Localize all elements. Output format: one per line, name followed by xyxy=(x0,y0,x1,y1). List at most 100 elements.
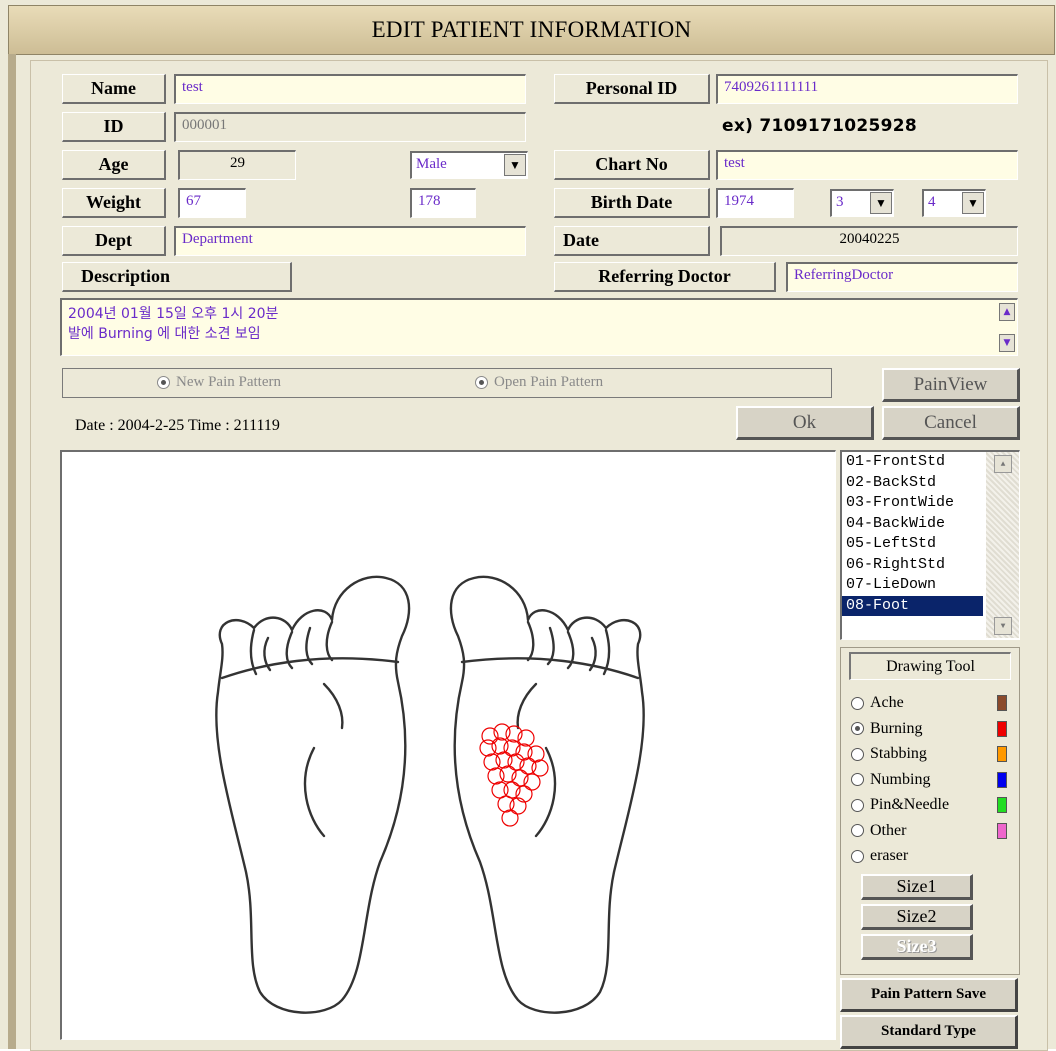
open-pain-pattern-radio[interactable]: Open Pain Pattern xyxy=(475,374,603,391)
right-foot-outline xyxy=(449,575,645,1014)
sex-select-value: Male xyxy=(416,156,447,172)
drawing-tool-panel: Drawing Tool Ache Burning Stabbing Numbing P… xyxy=(840,647,1020,975)
size1-button[interactable]: Size1 xyxy=(861,874,973,900)
weight-label: Weight xyxy=(62,188,166,218)
age-field: 29 xyxy=(178,150,296,180)
id-field: 000001 xyxy=(174,112,526,142)
description-label: Description xyxy=(62,262,292,292)
body-view-item[interactable]: 02-BackStd xyxy=(842,473,983,494)
radio-icon xyxy=(851,849,864,863)
tool-option-stabbing[interactable]: Stabbing xyxy=(851,743,1021,765)
tool-option-label: Stabbing xyxy=(870,745,927,762)
tool-color-swatch xyxy=(997,746,1007,762)
body-view-item[interactable]: 08-Foot xyxy=(842,595,983,616)
open-pain-pattern-label: Open Pain Pattern xyxy=(494,374,604,390)
window-title: EDIT PATIENT INFORMATION xyxy=(8,5,1055,55)
tool-option-numbing[interactable]: Numbing xyxy=(851,769,1021,791)
body-view-item[interactable]: 07-LieDown xyxy=(842,575,983,596)
tool-color-swatch xyxy=(997,822,1007,839)
chevron-down-icon[interactable]: ▼ xyxy=(504,154,526,176)
personal-id-label: Personal ID xyxy=(554,74,710,104)
tool-option-ache[interactable]: Ache xyxy=(851,692,1021,714)
birth-day-select[interactable]: 4 ▼ xyxy=(922,189,986,217)
tool-option-other[interactable]: Other xyxy=(851,820,1021,842)
body-view-item[interactable]: 03-FrontWide xyxy=(842,493,983,514)
tool-option-label: eraser xyxy=(870,847,909,864)
drawing-tool-title: Drawing Tool xyxy=(849,652,1011,680)
standard-type-button[interactable]: Standard Type xyxy=(840,1015,1018,1049)
radio-icon xyxy=(851,798,864,812)
description-memo[interactable]: 2004년 01월 15일 오후 1시 20분 발에 Burning 에 대한 … xyxy=(60,298,1018,356)
body-view-list[interactable]: 01-FrontStd 02-BackStd 03-FrontWide 04-Back… xyxy=(840,450,1020,640)
size2-button[interactable]: Size2 xyxy=(861,904,973,930)
scroll-up-icon[interactable]: ▲ xyxy=(999,303,1015,321)
tool-option-burning[interactable]: Burning xyxy=(851,718,1021,740)
date-field: 20040225 xyxy=(720,226,1018,256)
burning-pain-marks xyxy=(479,723,549,827)
weight-field[interactable]: 67 xyxy=(178,188,246,218)
radio-icon xyxy=(851,747,864,761)
body-view-scrollbar[interactable]: ▲ ▼ xyxy=(986,452,1019,638)
tool-option-label: Numbing xyxy=(870,770,931,788)
edit-patient-window: EDIT PATIENT INFORMATION Name test ID 00… xyxy=(0,0,1056,1051)
tool-color-swatch xyxy=(997,797,1007,813)
description-line-1: 2004년 01월 15일 오후 1시 20분 xyxy=(68,306,279,322)
dept-label: Dept xyxy=(62,226,166,256)
cancel-button[interactable]: Cancel xyxy=(882,406,1020,440)
new-pain-pattern-label: New Pain Pattern xyxy=(176,374,281,390)
birth-month-value: 3 xyxy=(836,194,844,210)
tool-color-swatch xyxy=(997,720,1007,737)
description-line-2: 발에 Burning 에 대한 소견 보임 xyxy=(68,326,261,342)
scroll-down-icon[interactable]: ▼ xyxy=(994,617,1012,635)
body-view-item[interactable]: 05-LeftStd xyxy=(842,534,983,555)
personal-id-field[interactable]: 7409261111111 xyxy=(716,74,1018,104)
left-foot-outline xyxy=(215,575,411,1014)
sex-select[interactable]: Male ▼ xyxy=(410,151,528,179)
body-view-item[interactable]: 01-FrontStd xyxy=(842,452,983,473)
chart-no-label: Chart No xyxy=(554,150,710,180)
tool-option-pin-needle[interactable]: Pin&Needle xyxy=(851,794,1021,816)
chart-no-field[interactable]: test xyxy=(716,150,1018,180)
pain-pattern-save-button[interactable]: Pain Pattern Save xyxy=(840,978,1018,1012)
birth-year-field[interactable]: 1974 xyxy=(716,188,794,218)
scroll-up-icon[interactable]: ▲ xyxy=(994,455,1012,473)
pain-view-button[interactable]: PainView xyxy=(882,368,1020,402)
name-label: Name xyxy=(62,74,166,104)
body-view-item[interactable]: 06-RightStd xyxy=(842,555,983,576)
frame-left-border xyxy=(8,54,16,1049)
tool-option-label: Other xyxy=(870,821,907,839)
referring-doctor-field[interactable]: ReferringDoctor xyxy=(786,262,1018,292)
pain-drawing-canvas[interactable] xyxy=(60,450,836,1040)
radio-icon xyxy=(851,773,864,786)
tool-color-swatch xyxy=(997,771,1007,788)
radio-icon xyxy=(851,696,864,710)
height-field[interactable]: 178 xyxy=(410,188,476,218)
radio-icon xyxy=(851,824,864,837)
birth-day-value: 4 xyxy=(928,194,936,210)
tool-option-label: Ache xyxy=(870,694,904,711)
id-label: ID xyxy=(62,112,166,142)
radio-icon xyxy=(475,376,488,389)
age-label: Age xyxy=(62,150,166,180)
pain-pattern-mode-group: New Pain Pattern Open Pain Pattern xyxy=(62,368,832,398)
chevron-down-icon[interactable]: ▼ xyxy=(870,192,892,214)
chevron-down-icon[interactable]: ▼ xyxy=(962,192,984,214)
tool-color-swatch xyxy=(997,695,1007,711)
tool-option-eraser[interactable]: eraser xyxy=(851,845,1021,867)
body-view-item[interactable]: 04-BackWide xyxy=(842,514,983,535)
new-pain-pattern-radio[interactable]: New Pain Pattern xyxy=(157,374,281,391)
radio-icon xyxy=(851,722,864,735)
radio-selected-icon xyxy=(157,376,170,389)
birth-month-select[interactable]: 3 ▼ xyxy=(830,189,894,217)
referring-doctor-label: Referring Doctor xyxy=(554,262,776,292)
date-label: Date xyxy=(554,226,710,256)
birth-date-label: Birth Date xyxy=(554,188,710,218)
size3-button[interactable]: Size3 xyxy=(861,934,973,960)
tool-option-label: Burning xyxy=(870,719,923,737)
tool-option-label: Pin&Needle xyxy=(870,796,950,813)
dept-field[interactable]: Department xyxy=(174,226,526,256)
personal-id-hint: ex) 7109171025928 xyxy=(722,116,918,136)
ok-button[interactable]: Ok xyxy=(736,406,874,440)
name-field[interactable]: test xyxy=(174,74,526,104)
scroll-down-icon[interactable]: ▼ xyxy=(999,334,1015,352)
